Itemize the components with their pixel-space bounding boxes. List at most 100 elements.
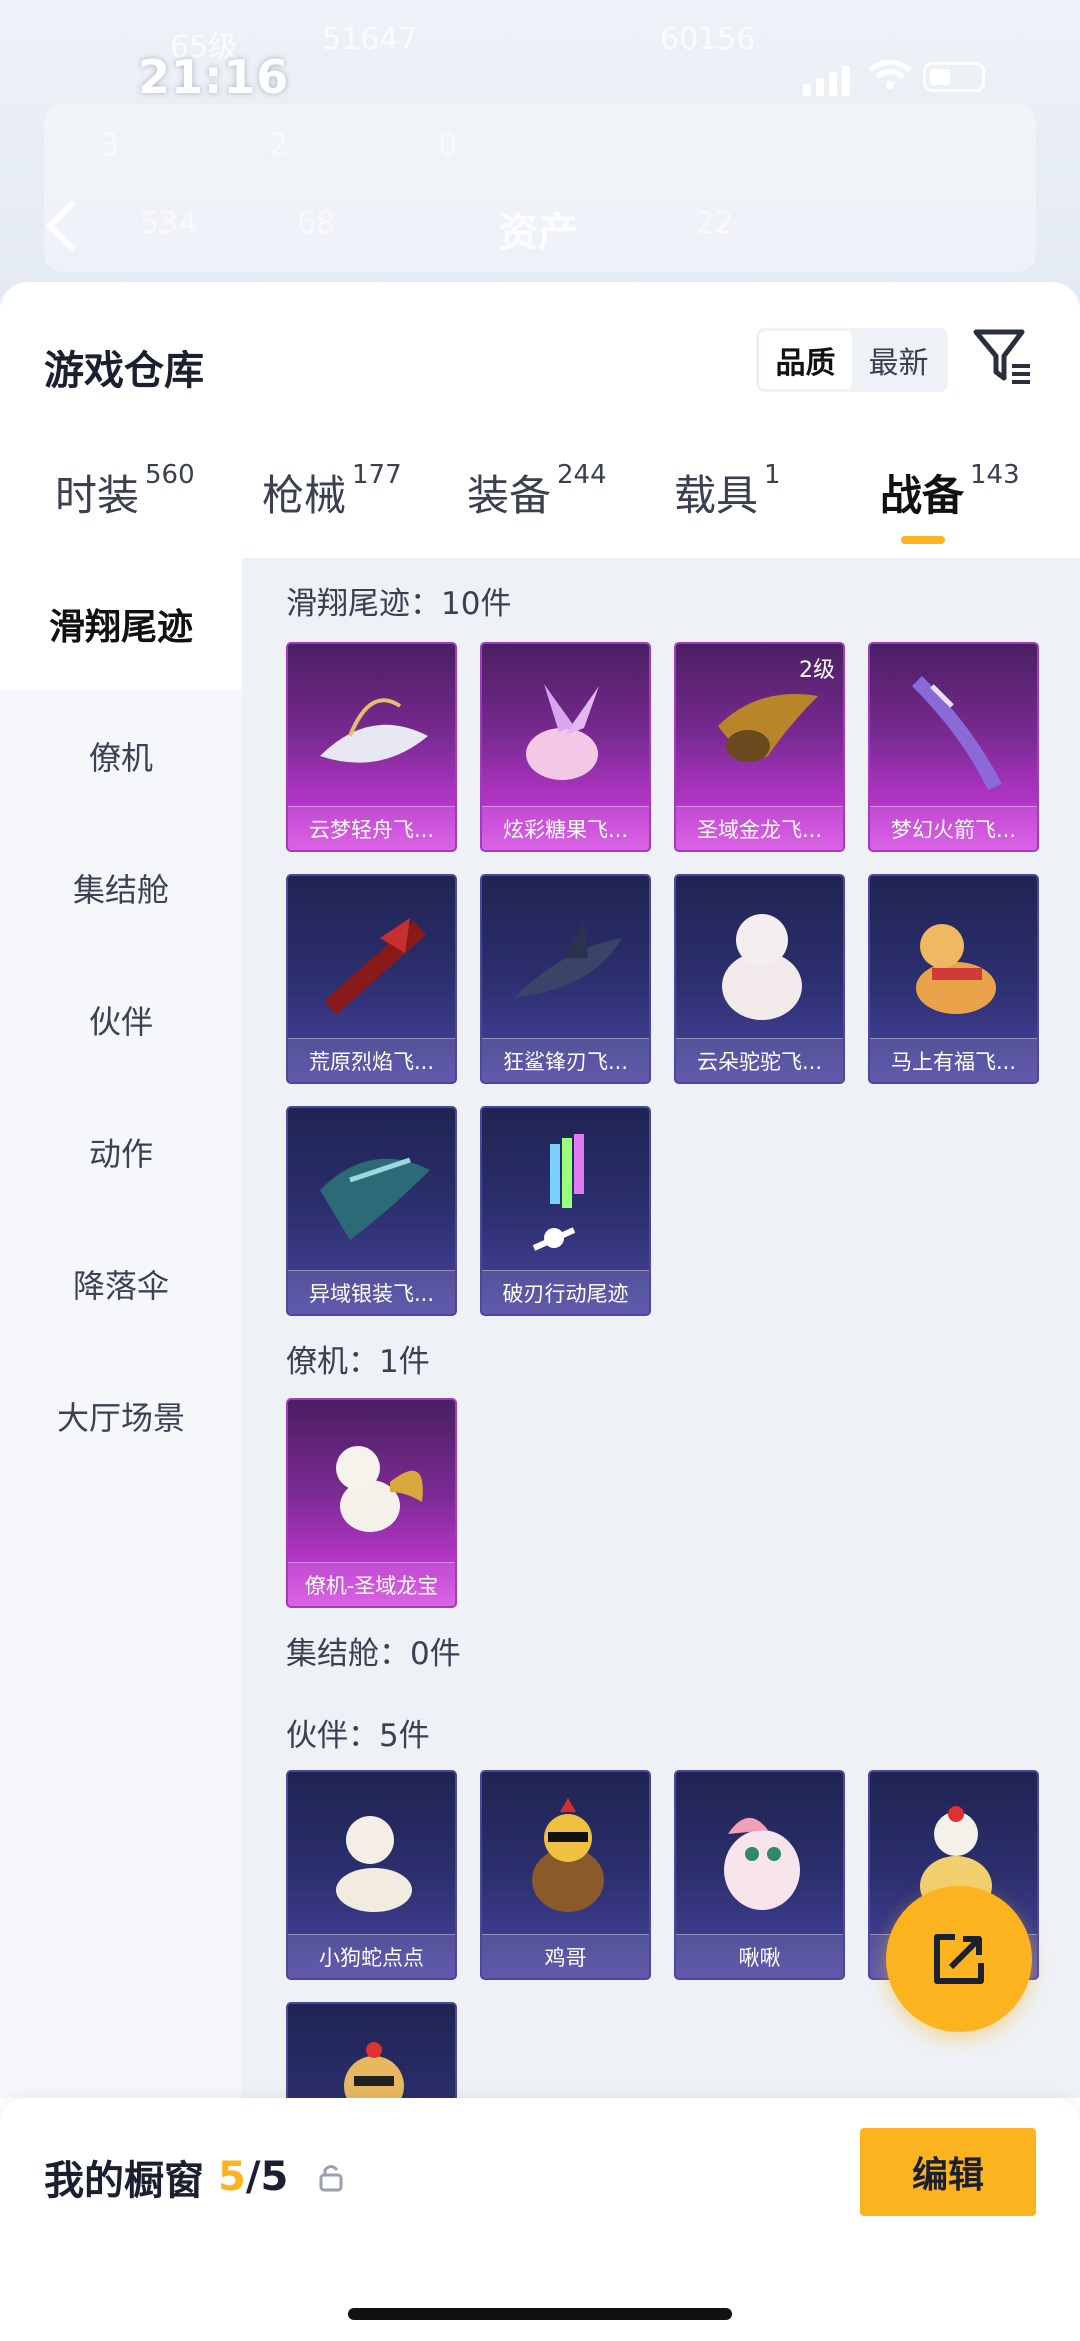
item-name: 狂鲨锋刃飞...	[482, 1038, 649, 1082]
item-card[interactable]: 僚机-圣域龙宝	[286, 1398, 457, 1608]
showcase-label: 我的橱窗 5 /5	[44, 2148, 344, 2206]
tab-count: 244	[557, 460, 607, 490]
signal-icon	[803, 66, 850, 96]
tab-label: 枪械	[262, 471, 347, 520]
tab-label: 时装	[55, 471, 140, 520]
tab-label: 载具	[674, 471, 759, 520]
showcase-bar: 我的橱窗 5 /5 编辑	[0, 2098, 1080, 2341]
item-name: 破刃行动尾迹	[482, 1270, 649, 1314]
showcase-max: /5	[245, 2154, 289, 2200]
section-title-partner: 伙伴：5件	[286, 1718, 430, 1754]
item-card[interactable]: 2级 圣域金龙飞...	[674, 642, 845, 852]
filter-icon[interactable]	[972, 326, 1034, 388]
asset-row-1: 3 2 0	[100, 128, 457, 163]
sort-latest-button[interactable]: 最新	[852, 331, 945, 389]
item-name: 马上有福飞...	[870, 1038, 1037, 1082]
tab-count: 560	[145, 460, 195, 490]
section-title-glide: 滑翔尾迹：10件	[286, 586, 512, 622]
asset-val: 3	[100, 128, 120, 163]
item-name: 炫彩糖果飞...	[482, 806, 649, 850]
item-card[interactable]: 鸡哥	[480, 1770, 651, 1980]
item-grid: 滑翔尾迹：10件 云梦轻舟飞... 炫彩糖果飞... 2级 圣域金龙飞... 梦…	[242, 558, 1080, 2098]
back-icon[interactable]	[42, 196, 82, 256]
tab-fashion[interactable]: 时装 560	[55, 460, 195, 523]
item-name: 圣域金龙飞...	[676, 806, 843, 850]
lock-icon	[319, 2165, 343, 2192]
glide-trail-art	[912, 676, 1002, 790]
glide-trail-art	[514, 918, 622, 998]
home-indicator	[348, 2308, 732, 2320]
glide-trail-art	[320, 1157, 430, 1240]
partner-art	[532, 1798, 604, 1912]
item-name: 云梦轻舟飞...	[288, 806, 455, 850]
tab-guns[interactable]: 枪械 177	[262, 460, 402, 523]
item-name: 鸡哥	[482, 1934, 649, 1978]
asset-val: 22	[695, 206, 734, 241]
showcase-current: 5	[218, 2154, 246, 2200]
share-button[interactable]	[886, 1886, 1032, 2032]
item-card[interactable]: 荒原烈焰飞...	[286, 874, 457, 1084]
status-time: 21:16	[138, 50, 290, 104]
battery-icon	[923, 62, 985, 92]
item-name: 梦幻火箭飞...	[870, 806, 1037, 850]
asset-val: 0	[438, 128, 458, 163]
item-card[interactable]: 梦幻火箭飞...	[868, 642, 1039, 852]
sidebar-item-wingman[interactable]: 僚机	[0, 690, 242, 822]
wingman-art	[336, 1446, 423, 1532]
page-title-blur: 资产	[498, 210, 578, 256]
item-card[interactable]: 小狗蛇点点	[286, 1770, 457, 1980]
category-tabs: 时装 560 枪械 177 装备 244 载具 1 战备 143	[0, 460, 1080, 562]
glide-trail-art	[718, 694, 818, 762]
partner-art	[336, 1816, 412, 1912]
item-card[interactable]: 异域银装飞...	[286, 1106, 457, 1316]
sidebar-item-parachute[interactable]: 降落伞	[0, 1218, 242, 1350]
asset-row-2: 534 68 22	[140, 206, 734, 241]
status-id: 51647	[322, 22, 418, 57]
item-card[interactable]: 炫彩糖果飞...	[480, 642, 651, 852]
sidebar-item-glide-trail[interactable]: 滑翔尾迹	[0, 558, 242, 690]
item-name: 僚机-圣域龙宝	[288, 1562, 455, 1606]
glide-trail-art	[722, 914, 802, 1020]
sidebar-item-partner[interactable]: 伙伴	[0, 954, 242, 1086]
showcase-title: 我的橱窗	[44, 2158, 204, 2204]
tab-label: 装备	[467, 471, 552, 520]
section-title-capsule: 集结舱：0件	[286, 1636, 461, 1672]
glide-trail-art	[526, 684, 599, 780]
active-tab-indicator	[901, 536, 945, 544]
section-title-wingman: 僚机：1件	[286, 1344, 430, 1380]
item-name: 小狗蛇点点	[288, 1934, 455, 1978]
item-card[interactable]: 马上有福飞...	[868, 874, 1039, 1084]
item-card[interactable]: 啾啾	[674, 1770, 845, 1980]
item-card[interactable]	[286, 2002, 457, 2098]
partner-art	[344, 2042, 404, 2098]
item-name: 啾啾	[676, 1934, 843, 1978]
item-card[interactable]: 狂鲨锋刃飞...	[480, 874, 651, 1084]
sidebar: 滑翔尾迹 僚机 集结舱 伙伴 动作 降落伞 大厅场景	[0, 558, 242, 2098]
item-card[interactable]: 破刃行动尾迹	[480, 1106, 651, 1316]
item-card[interactable]: 云梦轻舟飞...	[286, 642, 457, 852]
tab-count: 1	[764, 460, 781, 490]
tab-gear[interactable]: 战备 143	[880, 460, 1020, 523]
tab-equipment[interactable]: 装备 244	[467, 460, 607, 523]
wifi-icon	[868, 60, 912, 89]
glide-trail-art	[320, 698, 428, 763]
sidebar-item-capsule[interactable]: 集结舱	[0, 822, 242, 954]
sort-quality-button[interactable]: 品质	[759, 331, 852, 389]
sheet-title: 游戏仓库	[44, 348, 204, 394]
item-name: 荒原烈焰飞...	[288, 1038, 455, 1082]
item-card[interactable]: 云朵驼驼飞...	[674, 874, 845, 1084]
tab-vehicles[interactable]: 载具 1	[674, 460, 781, 523]
sort-toggle: 品质 最新	[756, 328, 948, 392]
share-icon	[934, 1934, 984, 1984]
asset-val: 534	[140, 206, 198, 241]
asset-val: 2	[269, 128, 289, 163]
asset-val: 68	[297, 206, 336, 241]
sidebar-item-emote[interactable]: 动作	[0, 1086, 242, 1218]
partner-art	[724, 1817, 800, 1910]
sidebar-item-lobby-scene[interactable]: 大厅场景	[0, 1350, 242, 1482]
edit-button[interactable]: 编辑	[860, 2128, 1036, 2216]
status-bar: 65级 51647 60156 21:16	[0, 0, 1080, 110]
glide-trail-art	[916, 924, 996, 1014]
status-score: 60156	[660, 22, 756, 57]
item-name: 异域银装飞...	[288, 1270, 455, 1314]
